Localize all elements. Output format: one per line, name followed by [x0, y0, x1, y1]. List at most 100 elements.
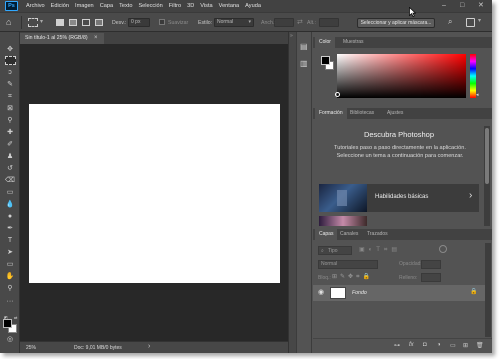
swap-icon[interactable]: ⇄ — [297, 18, 303, 26]
select-and-mask-button[interactable]: Seleccionar y aplicar máscara... — [357, 18, 435, 28]
rectangular-marquee-tool-icon[interactable] — [5, 56, 16, 65]
menu-vista[interactable]: Vista — [200, 3, 212, 9]
tab-trazados[interactable]: Trazados — [363, 229, 392, 240]
history-brush-tool-icon[interactable]: ↺ — [4, 164, 16, 174]
menu-edicion[interactable]: Edición — [51, 3, 69, 9]
layers-scrollbar[interactable] — [485, 243, 491, 337]
collapse-icon[interactable]: » — [290, 33, 293, 39]
subtract-from-selection-icon[interactable] — [82, 19, 90, 26]
height-input[interactable] — [319, 18, 339, 27]
type-tool-icon[interactable]: T — [4, 236, 16, 246]
color-field[interactable] — [337, 54, 466, 98]
more-tools-icon[interactable]: ··· — [4, 297, 16, 307]
history-panel-icon[interactable]: ▤ — [300, 42, 308, 51]
close-button[interactable]: ✕ — [478, 2, 484, 10]
brush-tool-icon[interactable]: ✐ — [4, 140, 16, 150]
quick-mask-icon[interactable]: ◎ — [4, 335, 16, 345]
tab-ajustes[interactable]: Ajustes — [383, 108, 407, 119]
intersect-selection-icon[interactable] — [95, 19, 103, 26]
foreground-color-swatch[interactable] — [3, 319, 12, 328]
zoom-level[interactable]: 25% — [26, 345, 36, 351]
blur-tool-icon[interactable]: 💧 — [4, 200, 16, 210]
layers-panel-tabs: Capas Canales Trazados — [313, 229, 492, 240]
crop-tool-icon[interactable]: ⌗ — [4, 92, 16, 102]
menu-filtro[interactable]: Filtro — [169, 3, 181, 9]
visibility-eye-icon[interactable]: ◉ — [318, 288, 324, 296]
eraser-tool-icon[interactable]: ⌫ — [4, 176, 16, 186]
gradient-tool-icon[interactable]: ▭ — [4, 188, 16, 198]
clone-stamp-tool-icon[interactable]: ♟ — [4, 152, 16, 162]
tab-muestras[interactable]: Muestras — [339, 37, 368, 48]
new-group-icon[interactable]: ▭ — [450, 342, 456, 349]
learn-card-next-thumbnail[interactable] — [319, 216, 367, 226]
menu-ayuda[interactable]: Ayuda — [245, 3, 261, 9]
lasso-tool-icon[interactable]: ↄ — [4, 68, 16, 78]
eyedropper-tool-icon[interactable]: ⚲ — [4, 116, 16, 126]
pen-tool-icon[interactable]: ✒ — [4, 224, 16, 234]
menu-ventana[interactable]: Ventana — [219, 3, 240, 9]
document-canvas[interactable] — [29, 104, 280, 283]
menu-imagen[interactable]: Imagen — [75, 3, 94, 9]
document-tab[interactable]: Sin título-1 al 25% (RGB/8) × — [20, 33, 104, 44]
hand-tool-icon[interactable]: ✋ — [4, 272, 16, 282]
new-selection-icon[interactable] — [56, 19, 64, 26]
link-layers-icon[interactable]: ⊶ — [394, 342, 400, 349]
zoom-tool-icon[interactable]: ⚲ — [4, 284, 16, 294]
hue-slider-handle[interactable]: ◂ — [476, 92, 479, 98]
swap-colors-icon[interactable]: ⇄ — [14, 315, 17, 320]
menu-texto[interactable]: Texto — [119, 3, 132, 9]
learn-scroll-thumb[interactable] — [485, 128, 489, 184]
move-tool-icon[interactable]: ✥ — [4, 45, 16, 55]
feather-input[interactable]: 0 px — [128, 18, 150, 27]
layer-mask-icon[interactable]: ◘ — [423, 342, 427, 348]
delete-layer-icon[interactable]: 🗑 — [476, 342, 484, 349]
chevron-down-icon[interactable]: ▾ — [478, 17, 481, 24]
add-to-selection-icon[interactable] — [69, 19, 77, 26]
new-layer-icon[interactable]: ⊞ — [463, 342, 468, 349]
filter-toggle-icon[interactable] — [439, 245, 447, 253]
opacity-input[interactable] — [421, 260, 441, 269]
adjustment-layer-icon[interactable]: ◑ — [437, 342, 441, 348]
blend-mode-select[interactable]: Normal — [318, 260, 378, 269]
frame-tool-icon[interactable]: ⊠ — [4, 104, 16, 114]
dodge-tool-icon[interactable]: ● — [4, 212, 16, 222]
layer-name[interactable]: Fondo — [352, 290, 367, 296]
tab-bibliotecas[interactable]: Bibliotecas — [346, 108, 378, 119]
healing-brush-tool-icon[interactable]: ✚ — [4, 128, 16, 138]
lock-icons[interactable]: ⊞✎✥⌗🔒 — [332, 273, 373, 281]
layer-row-fondo[interactable]: ◉ Fondo 🔒 — [313, 285, 485, 301]
antialias-checkbox[interactable] — [159, 19, 165, 25]
home-icon[interactable]: ⌂ — [6, 17, 11, 27]
foreground-color-swatch[interactable] — [321, 56, 330, 65]
menu-archivo[interactable]: Archivo — [26, 3, 45, 9]
style-select[interactable]: Normal ▾ — [214, 18, 254, 27]
learn-card-basic-skills[interactable]: Habilidades básicas › — [319, 184, 479, 212]
layer-filter-select[interactable]: ⌕ Tipo — [318, 246, 352, 255]
tab-formacion[interactable]: Formación — [315, 108, 347, 119]
color-picker-handle[interactable] — [335, 92, 340, 97]
workspace-icon[interactable] — [466, 18, 475, 27]
rectangle-tool-icon[interactable]: ▭ — [4, 260, 16, 270]
path-selection-tool-icon[interactable]: ➤ — [4, 248, 16, 258]
menu-seleccion[interactable]: Selección — [138, 3, 162, 9]
menu-capa[interactable]: Capa — [100, 3, 113, 9]
maximize-button[interactable]: □ — [460, 2, 464, 10]
fill-input[interactable] — [421, 273, 441, 282]
menu-3d[interactable]: 3D — [187, 3, 194, 9]
width-input[interactable] — [274, 18, 294, 27]
tab-canales[interactable]: Canales — [336, 229, 362, 240]
layer-style-icon[interactable]: fx — [409, 342, 414, 348]
minimize-button[interactable]: – — [442, 2, 446, 10]
marquee-tool-preset-icon[interactable] — [28, 18, 38, 27]
quick-selection-tool-icon[interactable]: ✎ — [4, 80, 16, 90]
tab-capas[interactable]: Capas — [315, 229, 338, 240]
search-icon[interactable]: ⌕ — [448, 17, 452, 27]
lock-icon[interactable]: 🔒 — [470, 288, 477, 295]
close-tab-icon[interactable]: × — [94, 33, 98, 44]
status-menu-icon[interactable]: › — [148, 343, 150, 350]
learn-scrollbar[interactable] — [484, 126, 490, 226]
properties-panel-icon[interactable]: ▥ — [300, 59, 308, 68]
tab-color[interactable]: Color — [315, 37, 335, 48]
chevron-down-icon[interactable]: ▾ — [40, 18, 43, 25]
layer-filter-icons[interactable]: ▣◐T⌗▤ — [359, 246, 401, 254]
